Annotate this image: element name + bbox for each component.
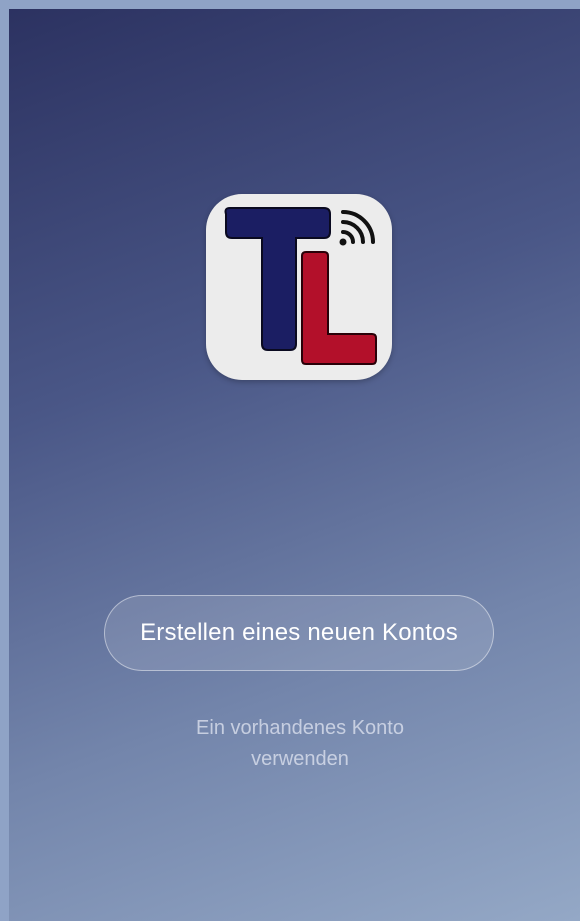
signal-dot bbox=[339, 238, 347, 246]
create-account-button[interactable]: Erstellen eines neuen Kontos bbox=[104, 595, 494, 671]
window-frame-left bbox=[0, 0, 9, 921]
use-existing-account-label-line1: Ein vorhandenes Konto bbox=[196, 717, 404, 739]
welcome-screen: Erstellen eines neuen Kontos Ein vorhand… bbox=[0, 0, 580, 921]
tl-logo-wifi-icon bbox=[224, 207, 377, 365]
use-existing-account-label-line2: verwenden bbox=[251, 748, 349, 770]
use-existing-account-link[interactable]: Ein vorhandenes Konto verwenden bbox=[150, 713, 450, 775]
window-frame-top bbox=[0, 0, 580, 9]
logo-letter-l bbox=[301, 251, 377, 365]
create-account-label: Erstellen eines neuen Kontos bbox=[140, 619, 458, 646]
app-logo bbox=[206, 194, 392, 380]
